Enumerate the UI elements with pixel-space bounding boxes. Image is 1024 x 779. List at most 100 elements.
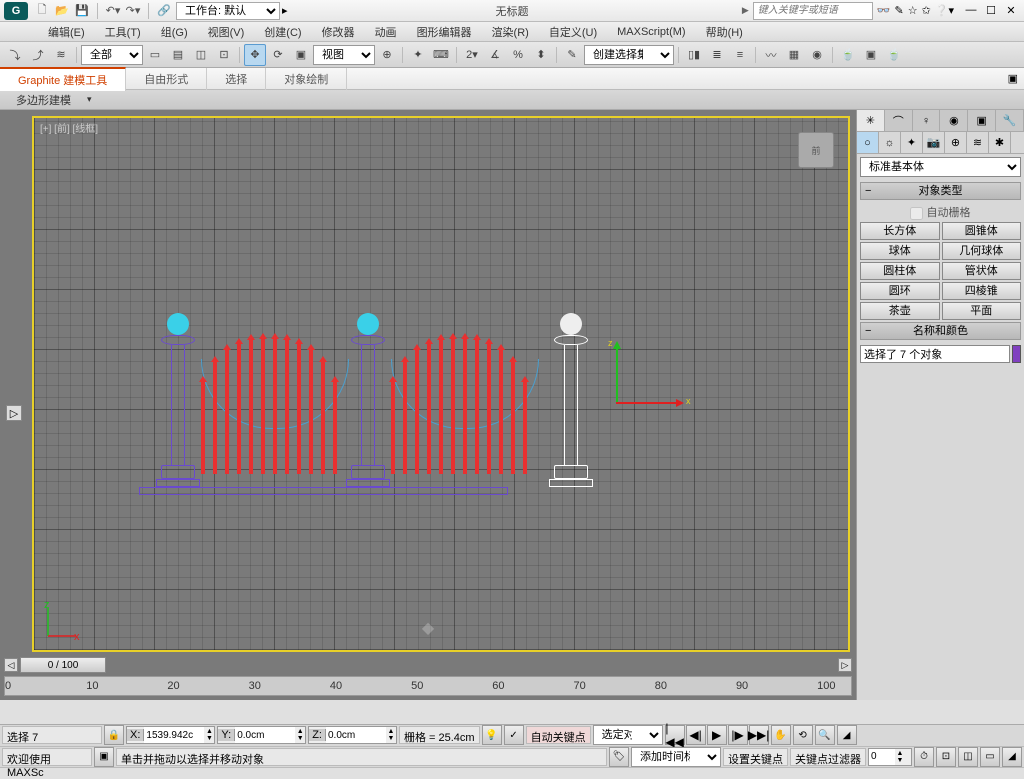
keyfilter-button[interactable]: 关键点过滤器 bbox=[790, 748, 866, 766]
current-frame-input[interactable]: ▲▼ bbox=[868, 748, 912, 766]
nav-zoom-icon[interactable]: 🔍 bbox=[815, 725, 835, 745]
teapot-button[interactable]: 茶壶 bbox=[860, 302, 940, 320]
wand-icon[interactable]: ✎ bbox=[894, 4, 903, 17]
curve-editor-icon[interactable]: 〰 bbox=[760, 44, 782, 66]
box-button[interactable]: 长方体 bbox=[860, 222, 940, 240]
ground-slab[interactable] bbox=[139, 487, 508, 495]
percent-snap-icon[interactable]: % bbox=[507, 44, 529, 66]
cylinder-button[interactable]: 圆柱体 bbox=[860, 262, 940, 280]
viewport-front[interactable]: [+] [前] [线框] 前 bbox=[32, 116, 850, 652]
tab-graphite[interactable]: Graphite 建模工具 bbox=[0, 67, 126, 91]
prev-frame-icon[interactable]: ◀| bbox=[686, 725, 706, 745]
z-coord-input[interactable]: Z:▲▼ bbox=[308, 726, 397, 744]
time-tag-dropdown[interactable]: 添加时间标记 bbox=[631, 747, 721, 767]
cone-button[interactable]: 圆锥体 bbox=[942, 222, 1022, 240]
motion-tab-icon[interactable]: ◉ bbox=[940, 110, 968, 131]
minimize-button[interactable]: — bbox=[962, 4, 980, 17]
time-config-button[interactable]: ⏱ bbox=[914, 747, 934, 767]
fence-section-1[interactable] bbox=[201, 339, 349, 474]
align-icon[interactable]: ≣ bbox=[706, 44, 728, 66]
tab-select[interactable]: 选择 bbox=[207, 68, 266, 90]
listener-icon[interactable]: ▣ bbox=[94, 747, 114, 767]
lights-subtab-icon[interactable]: ✦ bbox=[901, 132, 923, 153]
spacewarps-subtab-icon[interactable]: ≋ bbox=[967, 132, 989, 153]
menu-anim[interactable]: 动画 bbox=[365, 22, 407, 42]
time-ruler[interactable]: 0102030405060708090100 bbox=[4, 676, 852, 696]
ribbon-collapse-icon[interactable]: ▣ bbox=[1002, 72, 1024, 85]
viewport-prev-icon[interactable]: ▷ bbox=[6, 405, 22, 421]
sphere-button[interactable]: 球体 bbox=[860, 242, 940, 260]
autokey-button[interactable]: 自动关键点 bbox=[526, 726, 591, 744]
pillar-2[interactable] bbox=[351, 313, 385, 487]
hierarchy-tab-icon[interactable]: ♀ bbox=[913, 110, 941, 131]
selection-filter-dropdown[interactable]: 全部 bbox=[81, 45, 143, 65]
workspace-more-icon[interactable]: ▸ bbox=[282, 4, 288, 17]
render-icon[interactable]: 🍵 bbox=[883, 44, 905, 66]
object-name-input[interactable] bbox=[860, 345, 1010, 363]
helpers-subtab-icon[interactable]: ⊕ bbox=[945, 132, 967, 153]
angle-snap-icon[interactable]: ∡ bbox=[484, 44, 506, 66]
isolate-icon[interactable]: 💡 bbox=[482, 725, 502, 745]
utilities-tab-icon[interactable]: 🔧 bbox=[996, 110, 1024, 131]
ref-coord-dropdown[interactable]: 视图 bbox=[313, 45, 375, 65]
edit-selset-icon[interactable]: ✎ bbox=[561, 44, 583, 66]
maximize-button[interactable]: ☐ bbox=[982, 4, 1000, 17]
y-coord-input[interactable]: Y:▲▼ bbox=[217, 726, 306, 744]
time-tag-icon[interactable]: 🏷 bbox=[609, 747, 629, 767]
geometry-subtab-icon[interactable]: ○ bbox=[857, 132, 879, 153]
window-cross-icon[interactable]: ⊡ bbox=[213, 44, 235, 66]
schematic-icon[interactable]: ▦ bbox=[783, 44, 805, 66]
pillar-1[interactable] bbox=[161, 313, 195, 487]
cameras-subtab-icon[interactable]: 📷 bbox=[923, 132, 945, 153]
max-toggle-icon[interactable]: ▭ bbox=[980, 747, 1000, 767]
menu-help[interactable]: 帮助(H) bbox=[696, 22, 753, 42]
mirror-icon[interactable]: ▯▮ bbox=[683, 44, 705, 66]
next-frame-icon[interactable]: |▶ bbox=[728, 725, 748, 745]
favorite-icon[interactable]: ✩ bbox=[922, 4, 931, 17]
rollout-name-color[interactable]: −名称和颜色 bbox=[860, 322, 1021, 340]
rotate-icon[interactable]: ⟳ bbox=[267, 44, 289, 66]
new-icon[interactable]: 🗋 bbox=[34, 3, 50, 19]
modify-tab-icon[interactable]: ⌒ bbox=[885, 110, 913, 131]
save-icon[interactable]: 💾 bbox=[74, 3, 90, 19]
category-dropdown[interactable]: 标准基本体 bbox=[860, 157, 1021, 177]
binoculars-icon[interactable]: 👓 bbox=[877, 4, 891, 17]
lock-selection-icon[interactable]: 🔒 bbox=[104, 725, 124, 745]
select-region-icon[interactable]: ◫ bbox=[190, 44, 212, 66]
menu-views[interactable]: 视图(V) bbox=[198, 22, 255, 42]
autogrid-checkbox[interactable]: 自动栅格 bbox=[857, 202, 1024, 222]
menu-group[interactable]: 组(G) bbox=[151, 22, 198, 42]
create-tab-icon[interactable]: ✳ bbox=[857, 110, 885, 131]
menu-render[interactable]: 渲染(R) bbox=[482, 22, 539, 42]
color-swatch[interactable] bbox=[1012, 345, 1021, 363]
display-tab-icon[interactable]: ▣ bbox=[968, 110, 996, 131]
select-link-icon[interactable]: ⤵ bbox=[4, 44, 26, 66]
shapes-subtab-icon[interactable]: ☼ bbox=[879, 132, 901, 153]
render-setup-icon[interactable]: 🍵 bbox=[837, 44, 859, 66]
geosphere-button[interactable]: 几何球体 bbox=[942, 242, 1022, 260]
goto-start-icon[interactable]: |◀◀ bbox=[665, 725, 685, 745]
material-icon[interactable]: ◉ bbox=[806, 44, 828, 66]
play-icon[interactable]: ▶ bbox=[707, 725, 727, 745]
undo-icon[interactable]: ↶▾ bbox=[105, 3, 121, 19]
time-slider-track[interactable] bbox=[108, 660, 836, 670]
menu-tools[interactable]: 工具(T) bbox=[95, 22, 151, 42]
menu-edit[interactable]: 编辑(E) bbox=[38, 22, 95, 42]
tube-button[interactable]: 管状体 bbox=[942, 262, 1022, 280]
x-coord-input[interactable]: X:▲▼ bbox=[126, 726, 215, 744]
torus-button[interactable]: 圆环 bbox=[860, 282, 940, 300]
menu-create[interactable]: 创建(C) bbox=[254, 22, 311, 42]
menu-modifiers[interactable]: 修改器 bbox=[312, 22, 365, 42]
nav-arc-icon[interactable]: ⟲ bbox=[793, 725, 813, 745]
nav-fov-icon[interactable]: ◢ bbox=[837, 725, 857, 745]
render-frame-icon[interactable]: ▣ bbox=[860, 44, 882, 66]
zoom-extents-icon[interactable]: ⊡ bbox=[936, 747, 956, 767]
star-icon[interactable]: ☆ bbox=[908, 4, 918, 17]
spinner-snap-icon[interactable]: ⬍ bbox=[530, 44, 552, 66]
fence-section-2[interactable] bbox=[391, 339, 539, 474]
pivot-icon[interactable]: ⊕ bbox=[376, 44, 398, 66]
help-icon[interactable]: ❔▾ bbox=[935, 4, 954, 17]
menu-graph[interactable]: 图形编辑器 bbox=[407, 22, 482, 42]
track-next-icon[interactable]: ▷ bbox=[838, 658, 852, 672]
min-max-icon[interactable]: ◢ bbox=[1002, 747, 1022, 767]
